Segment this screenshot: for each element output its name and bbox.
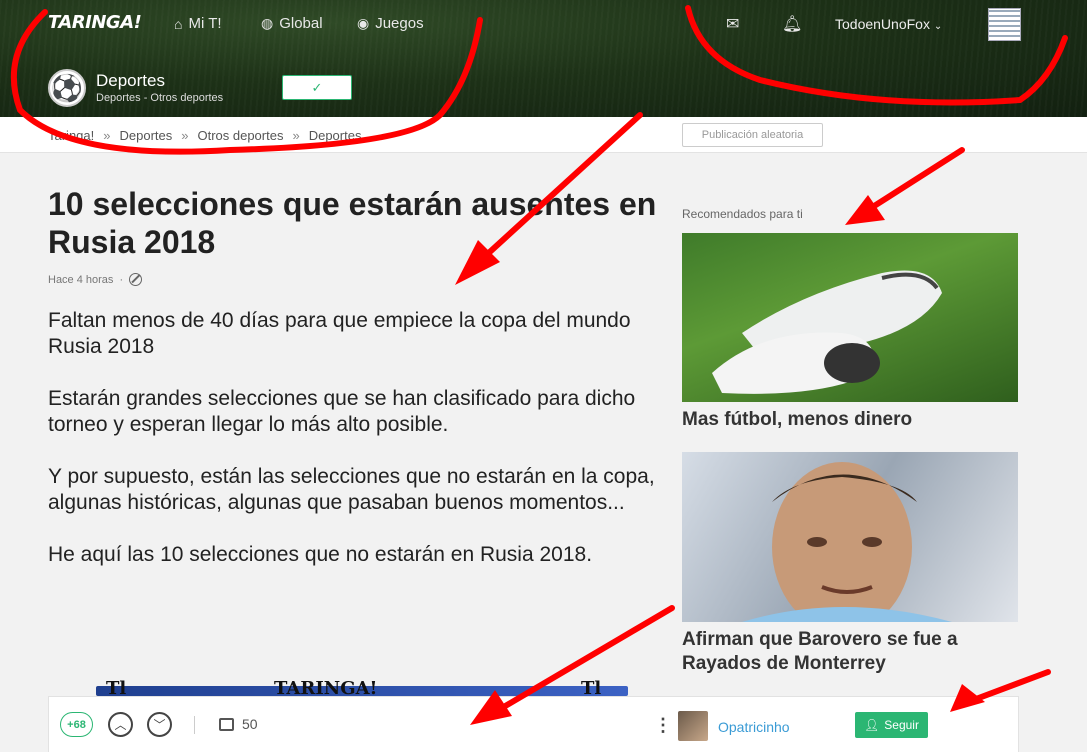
nav-mi-t[interactable]: ⌂ Mi T!	[174, 15, 222, 32]
post-paragraph: Y por supuesto, están las selecciones qu…	[48, 465, 655, 514]
post-meta: Hace 4 horas ·	[48, 273, 143, 286]
follow-author-button[interactable]: 👤︎ Seguir	[855, 712, 928, 738]
comment-count: 50	[242, 716, 258, 732]
post-title: 10 selecciones que estarán ausentes en R…	[48, 186, 657, 260]
add-user-icon: 👤︎	[864, 718, 880, 732]
nav-global[interactable]: ◍ Global	[261, 15, 323, 32]
breadcrumb-separator: »	[103, 128, 111, 143]
divider	[194, 716, 195, 734]
recommended-label: Recomendados para ti	[682, 207, 803, 221]
post-paragraph: He aquí las 10 selecciones que no estará…	[48, 543, 593, 566]
boots-illustration	[712, 270, 942, 394]
gamepad-icon: ◉	[357, 15, 370, 31]
breadcrumb-separator: »	[292, 128, 300, 143]
random-post-button[interactable]: Publicación aleatoria	[682, 123, 823, 147]
clock-icon	[129, 273, 143, 286]
taringa-logo[interactable]: TARINGA!	[48, 12, 142, 33]
post-paragraph: Estarán grandes selecciones que se han c…	[48, 387, 636, 436]
mail-icon[interactable]: ✉	[726, 14, 739, 34]
chevron-down-icon: ⌄	[933, 21, 943, 32]
recommended-image-boots[interactable]	[682, 233, 1018, 402]
author-avatar[interactable]	[678, 711, 708, 741]
home-icon: ⌂	[174, 15, 183, 32]
user-avatar[interactable]	[988, 8, 1021, 41]
breadcrumb: Taringa! » Deportes » Otros deportes » D…	[48, 128, 361, 143]
author-name[interactable]: Opatricinho	[718, 719, 790, 735]
annotation-arrow-shaft	[857, 147, 965, 218]
breadcrumb-bar: Taringa! » Deportes » Otros deportes » D…	[0, 117, 1087, 153]
downvote-button[interactable]: ﹀	[147, 712, 172, 737]
annotation-arrowhead	[845, 195, 885, 225]
bell-icon[interactable]: 🔔︎	[782, 14, 802, 34]
category-subtitle: Deportes - Otros deportes	[96, 92, 224, 104]
category-title[interactable]: Deportes	[96, 71, 165, 91]
recommended-title[interactable]: Afirman que Barovero se fue a Rayados de…	[682, 628, 1018, 676]
post-paragraph: Faltan menos de 40 días para que empiece…	[48, 309, 631, 358]
post-banner-image: Tl TARINGA! Tl	[96, 678, 628, 699]
globe-icon: ◍	[261, 15, 274, 31]
meta-dot: ·	[119, 273, 124, 286]
breadcrumb-item[interactable]: Taringa!	[48, 128, 94, 143]
nav-juegos[interactable]: ◉ Juegos	[357, 15, 424, 32]
comments-button[interactable]: 50	[219, 716, 258, 732]
post-body: Faltan menos de 40 días para que empiece…	[48, 308, 658, 594]
upvote-button[interactable]: ︿	[108, 712, 133, 737]
post-time: Hace 4 horas	[48, 273, 114, 286]
user-menu[interactable]: TodoenUnoFox ⌄	[835, 16, 942, 32]
post-action-bar: +68 ︿ ﹀ 50 ⋮ Opatricinho 👤︎ Seguir	[48, 696, 1019, 752]
more-options-icon[interactable]: ⋮	[654, 715, 672, 736]
breadcrumb-separator: »	[181, 128, 189, 143]
score-badge: +68	[60, 712, 93, 737]
recommended-image-player[interactable]	[682, 452, 1018, 622]
breadcrumb-item[interactable]: Deportes	[309, 128, 362, 143]
chevron-up-icon: ︿	[114, 718, 127, 732]
player-illustration	[742, 462, 952, 622]
soccer-ball-icon: ⚽	[48, 69, 86, 107]
chevron-down-icon: ﹀	[153, 718, 166, 732]
comment-icon	[219, 717, 234, 731]
recommended-title[interactable]: Mas fútbol, menos dinero	[682, 408, 1018, 432]
breadcrumb-item[interactable]: Deportes	[119, 128, 172, 143]
top-navigation: TARINGA! ⌂ Mi T! ◍ Global ◉ Juegos ✉ 🔔︎ …	[0, 0, 1087, 50]
breadcrumb-item[interactable]: Otros deportes	[197, 128, 283, 143]
following-button[interactable]: ✓	[282, 75, 352, 100]
